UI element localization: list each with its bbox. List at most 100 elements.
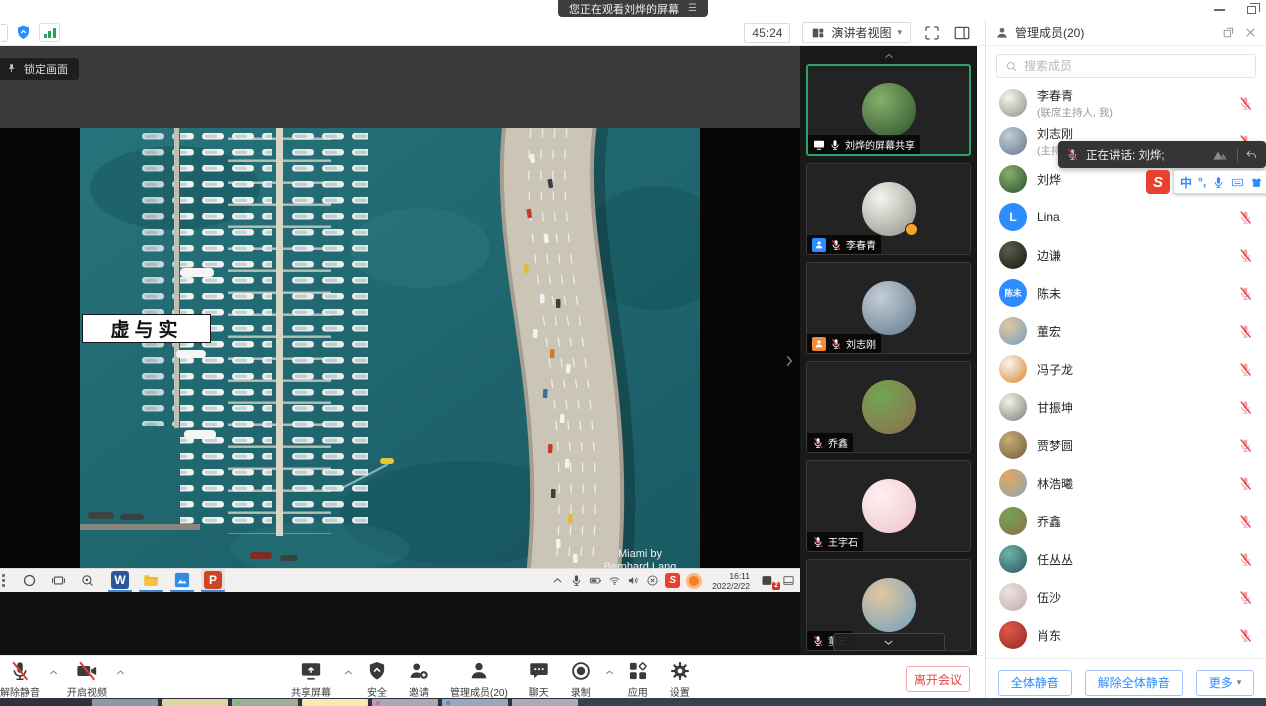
taskbar-app-powerpoint[interactable]: P	[201, 569, 225, 592]
avatar	[999, 583, 1027, 611]
video-tile[interactable]: 乔鑫	[806, 361, 971, 453]
network-quality-icon[interactable]	[39, 23, 60, 42]
muted-mic-icon[interactable]	[1238, 438, 1253, 453]
muted-mic-icon[interactable]	[1238, 476, 1253, 491]
banner-menu-icon[interactable]: ☰	[688, 3, 697, 14]
os-taskbar-window-button[interactable]	[512, 699, 578, 706]
taskview-taskbar-icon[interactable]	[51, 573, 66, 588]
notification-tray-icon[interactable]: 2	[760, 573, 776, 588]
toolbar-shield-button[interactable]: 安全	[358, 660, 396, 699]
member-row[interactable]: LLina	[986, 198, 1266, 236]
leave-meeting-button[interactable]: 离开会议	[906, 666, 970, 692]
orange-ime-tray-icon[interactable]	[686, 573, 702, 589]
lock-view-button[interactable]: 锁定画面	[0, 58, 79, 80]
window-restore-button[interactable]	[1247, 6, 1256, 14]
toolbar-record-button[interactable]: 录制	[562, 660, 600, 699]
os-taskbar-window-button[interactable]	[372, 699, 438, 706]
scroll-down-chevron-button[interactable]	[833, 633, 945, 651]
watching-banner[interactable]: 您正在观看刘烨的屏幕 ☰	[558, 0, 708, 17]
mic-icon	[829, 139, 841, 151]
muted-mic-icon[interactable]	[1238, 362, 1253, 377]
member-row[interactable]: 任丛丛	[986, 540, 1266, 578]
window-minimize-button[interactable]	[1214, 9, 1225, 11]
video-tile[interactable]: 刘志刚	[806, 262, 971, 354]
video-tile[interactable]: 李春青	[806, 163, 971, 255]
member-row[interactable]: 董宏	[986, 312, 1266, 350]
toolbar-cam-button[interactable]: 开启视频	[59, 660, 115, 699]
muted-mic-icon[interactable]	[1238, 514, 1253, 529]
chevron-up-icon[interactable]	[343, 667, 354, 678]
member-row[interactable]: 甘振坤	[986, 388, 1266, 426]
scroll-up-chevron-icon[interactable]	[881, 50, 897, 62]
member-row[interactable]: 肖东	[986, 616, 1266, 654]
taskbar-app-word[interactable]: W	[108, 569, 132, 592]
muted-mic-icon[interactable]	[1238, 248, 1253, 263]
toolbar-chat-button[interactable]: 聊天	[520, 660, 558, 699]
os-taskbar-window-button[interactable]	[162, 699, 228, 706]
os-taskbar-window-button[interactable]	[92, 699, 158, 706]
search-input[interactable]	[1024, 59, 1247, 73]
popout-panel-icon[interactable]	[1222, 26, 1235, 39]
mic-tray-icon[interactable]	[570, 574, 583, 587]
ime-language-toggle[interactable]: 中	[1180, 174, 1192, 191]
video-tile[interactable]: 王宇石	[806, 460, 971, 552]
ime-punctuation-toggle[interactable]: °,	[1198, 175, 1206, 189]
member-row[interactable]: 林浩曦	[986, 464, 1266, 502]
muted-mic-icon[interactable]	[1238, 552, 1253, 567]
start-taskbar-icon[interactable]	[22, 573, 37, 588]
toolbar-gear-button[interactable]: 设置	[661, 660, 699, 699]
member-row[interactable]: 陈未陈未	[986, 274, 1266, 312]
battery-tray-icon[interactable]	[589, 574, 602, 587]
chevron-up-icon[interactable]	[115, 667, 126, 678]
muted-mic-icon[interactable]	[1238, 286, 1253, 301]
mute-all-button[interactable]: 全体静音	[998, 670, 1072, 696]
os-taskbar-window-button[interactable]	[442, 699, 508, 706]
side-panel-toggle-button[interactable]	[953, 24, 971, 42]
close-panel-icon[interactable]	[1244, 26, 1257, 39]
collapse-strip-handle[interactable]	[782, 352, 796, 370]
muted-mic-icon[interactable]	[1238, 324, 1253, 339]
chevron-up-icon[interactable]	[48, 667, 59, 678]
toolbar-apps-button[interactable]: 应用	[619, 660, 657, 699]
os-taskbar-window-button[interactable]	[232, 699, 298, 706]
member-row[interactable]: 冯子龙	[986, 350, 1266, 388]
toolbar-person-button[interactable]: 管理成员(20)	[442, 660, 516, 699]
toolbar-mic-button[interactable]: 解除静音	[0, 660, 48, 699]
video-tile[interactable]: 刘烨的屏幕共享	[806, 64, 971, 156]
member-row[interactable]: 贾梦圆	[986, 426, 1266, 464]
ime-skin-shirt-icon[interactable]	[1250, 176, 1263, 189]
member-row[interactable]: 李春青(联席主持人, 我)	[986, 84, 1266, 122]
toolbar-invite-button[interactable]: 邀请	[400, 660, 438, 699]
member-row[interactable]: 伍沙	[986, 578, 1266, 616]
sogou-tray-icon[interactable]: S	[665, 573, 680, 588]
member-row[interactable]: 边谦	[986, 236, 1266, 274]
zoomGlass-taskbar-icon[interactable]	[80, 573, 95, 588]
os-taskbar-window-button[interactable]	[302, 699, 368, 706]
reply-arrow-icon[interactable]	[1245, 148, 1258, 161]
wifi-tray-icon[interactable]	[608, 574, 621, 587]
taskbar-app-photos[interactable]	[170, 569, 194, 592]
chevron-up-icon[interactable]	[604, 667, 615, 678]
more-button[interactable]: 更多 ▾	[1196, 670, 1255, 696]
speaker-tray-icon[interactable]	[627, 574, 640, 587]
member-row[interactable]: 乔鑫	[986, 502, 1266, 540]
chevUp-tray-icon[interactable]	[551, 574, 564, 587]
sogou-logo[interactable]: S	[1146, 170, 1170, 194]
unmute-all-button[interactable]: 解除全体静音	[1085, 670, 1183, 696]
toolbar-label: 管理成员(20)	[450, 684, 508, 699]
muted-mic-icon[interactable]	[1238, 210, 1253, 225]
toolbar-share-button[interactable]: 共享屏幕	[283, 660, 339, 699]
ime-keyboard-icon[interactable]	[1231, 176, 1244, 189]
fullscreen-button[interactable]	[923, 24, 941, 42]
muted-mic-icon[interactable]	[1238, 590, 1253, 605]
ime-mic-icon[interactable]	[1212, 176, 1225, 189]
muted-mic-icon[interactable]	[1238, 628, 1253, 643]
circleX-tray-icon[interactable]	[646, 574, 659, 587]
taskbar-app-explorer[interactable]	[139, 569, 163, 592]
meeting-protect-shield-icon[interactable]	[15, 24, 32, 41]
action-center-icon[interactable]	[782, 574, 795, 587]
member-search-box[interactable]	[996, 54, 1256, 78]
muted-mic-icon[interactable]	[1238, 400, 1253, 415]
muted-mic-icon[interactable]	[1238, 96, 1253, 111]
view-mode-button[interactable]: 演讲者视图 ▾	[802, 22, 911, 43]
